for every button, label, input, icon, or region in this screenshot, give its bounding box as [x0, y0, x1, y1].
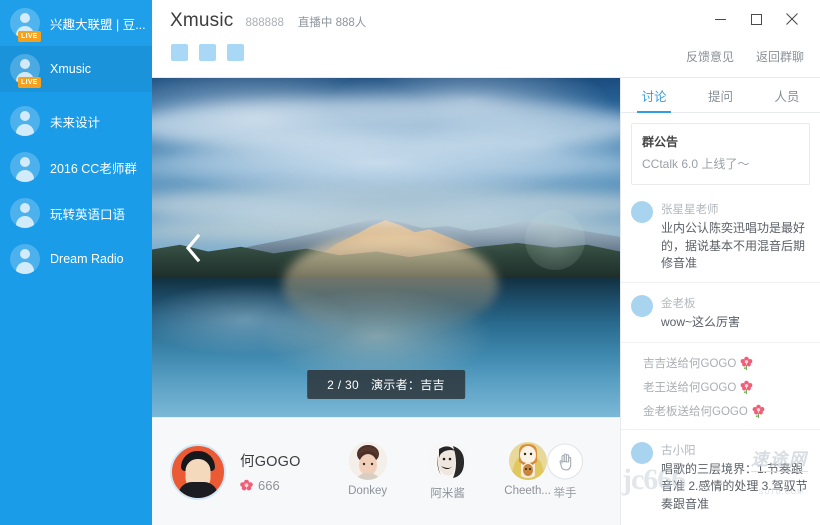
window-controls	[702, 6, 810, 32]
avatar-icon	[10, 152, 40, 182]
message-text: 唱歌的三层境界：1.节奏跟音准 2.感情的处理 3.驾驭节奏跟音准	[661, 461, 808, 511]
member-avatar	[428, 442, 467, 480]
announcement-body: CCtalk 6.0 上线了～	[642, 157, 750, 171]
live-badge: LIVE	[18, 31, 41, 42]
sidebar-item-label: Dream Radio	[50, 252, 124, 266]
titlebar-links: 反馈意见 返回群聊	[686, 48, 804, 65]
host-avatar[interactable]	[170, 443, 226, 500]
sidebar-item-label: 兴趣大联盟 | 豆...	[50, 17, 146, 32]
titlebar-toolbar	[171, 44, 244, 61]
stage-column: 2 / 30 演示者：吉吉 何GOGO 666 Donkey 阿米酱 Cheet…	[152, 78, 620, 525]
flower-icon	[740, 380, 753, 394]
tool-icon-2[interactable]	[199, 44, 216, 61]
live-badge: LIVE	[18, 77, 41, 88]
member-name: Donkey	[348, 485, 388, 497]
page-title: Xmusic	[170, 10, 234, 31]
message-avatar[interactable]	[631, 201, 653, 224]
message-body: 古小阳 唱歌的三层境界：1.节奏跟音准 2.感情的处理 3.驾驭节奏跟音准	[661, 442, 810, 513]
minimize-button[interactable]	[702, 6, 738, 32]
host-name: 何GOGO	[240, 454, 301, 470]
sidebar-item-label: Xmusic	[50, 62, 91, 76]
sidebar-item-label: 未来设计	[50, 115, 101, 130]
titlebar: Xmusic 888888 直播中 888人 反馈意见 返回群聊	[152, 0, 820, 78]
main-region: Xmusic 888888 直播中 888人 反馈意见 返回群聊 2 / 30 …	[152, 0, 820, 525]
member-list: Donkey 阿米酱 Cheeth...	[339, 442, 557, 501]
chat-message: 张星星老师 业内公认陈奕迅唱功是最好的，据说基本不用混音后期修音准	[621, 185, 820, 282]
sidebar-item-5[interactable]: Dream Radio	[0, 236, 152, 282]
message-avatar[interactable]	[631, 441, 653, 464]
sidebar-item-2[interactable]: 未来设计	[0, 98, 152, 144]
member-avatar	[348, 442, 387, 480]
message-avatar[interactable]	[631, 295, 653, 318]
sidebar-item-1[interactable]: LIVE Xmusic	[0, 46, 152, 92]
message-text: wow~这么厉害	[661, 315, 741, 330]
gift-list: 吉吉送给何GOGO 老王送给何GOGO 金老板送给何GOGO	[621, 341, 820, 429]
message-username: 古小阳	[661, 444, 696, 457]
gift-item: 老王送给何GOGO	[631, 375, 810, 399]
live-status: 直播中 888人	[297, 17, 367, 29]
member-name: 阿米酱	[430, 488, 465, 500]
slide-presenter: 演示者：吉吉	[371, 378, 445, 392]
maximize-button[interactable]	[738, 6, 774, 32]
avatar-icon	[10, 244, 40, 274]
avatar-icon	[10, 198, 40, 228]
tab-questions[interactable]: 提问	[687, 78, 753, 112]
prev-slide-button[interactable]	[180, 228, 206, 268]
sidebar-item-3[interactable]: 2016 CC老师群	[0, 144, 152, 190]
sidebar-item-0[interactable]: LIVE 兴趣大联盟 | 豆...	[0, 0, 152, 46]
host-block: 何GOGO 666	[170, 443, 301, 500]
flower-icon	[752, 404, 765, 418]
room-id: 888888	[245, 17, 284, 29]
content-row: 2 / 30 演示者：吉吉 何GOGO 666 Donkey 阿米酱 Cheet…	[152, 78, 820, 525]
gift-item: 金老板送给何GOGO	[631, 399, 810, 423]
sidebar-item-4[interactable]: 玩转英语口语	[0, 190, 152, 236]
flower-icon	[740, 356, 753, 370]
gift-item: 吉吉送给何GOGO	[631, 351, 810, 375]
message-body: 张星星老师 业内公认陈奕迅唱功是最好的，据说基本不用混音后期修音准	[661, 201, 810, 272]
back-to-group-link[interactable]: 返回群聊	[756, 48, 804, 65]
raise-hand-label: 举手	[553, 487, 577, 499]
slide-indicator: 2 / 30 演示者：吉吉	[307, 370, 465, 399]
hand-icon	[547, 443, 583, 479]
sidebar: LIVE 兴趣大联盟 | 豆... LIVE Xmusic 未来设计 2016 …	[0, 0, 152, 525]
chevron-left-icon	[185, 233, 201, 262]
group-announcement[interactable]: 群公告 CCtalk 6.0 上线了～	[631, 123, 810, 186]
announcement-title: 群公告	[642, 135, 679, 149]
host-gift-number: 666	[258, 478, 280, 493]
tool-icon-1[interactable]	[171, 44, 188, 61]
host-gift-count: 666	[240, 478, 301, 493]
gift-text: 老王送给何GOGO	[643, 381, 737, 394]
slide-image	[152, 78, 620, 417]
message-text: 业内公认陈奕迅唱功是最好的，据说基本不用混音后期修音准	[661, 221, 806, 270]
tab-discussion[interactable]: 讨论	[621, 78, 687, 113]
message-body: 金老板 wow~这么厉害	[661, 295, 810, 331]
room-heading: Xmusic 888888 直播中 888人	[170, 10, 366, 32]
chat-scroll-area[interactable]: 群公告 CCtalk 6.0 上线了～ 张星星老师 业内公认陈奕迅唱功是最好的，…	[621, 113, 820, 525]
chat-message: 金老板 wow~这么厉害	[621, 282, 820, 341]
close-button[interactable]	[774, 6, 810, 32]
member-item[interactable]: 阿米酱	[419, 442, 477, 501]
member-item[interactable]: Donkey	[339, 442, 397, 501]
chat-message: 古小阳 唱歌的三层境界：1.节奏跟音准 2.感情的处理 3.驾驭节奏跟音准	[621, 428, 820, 523]
feedback-link[interactable]: 反馈意见	[686, 48, 734, 65]
sidebar-item-label: 玩转英语口语	[50, 207, 126, 222]
chat-tabs: 讨论 提问 人员	[621, 78, 820, 113]
presenter-bar: 何GOGO 666 Donkey 阿米酱 Cheeth... 举手	[152, 417, 620, 525]
chat-panel: 讨论 提问 人员 群公告 CCtalk 6.0 上线了～ 张星星老师 业内公认陈…	[620, 78, 820, 525]
tab-people[interactable]: 人员	[754, 78, 820, 112]
raise-hand-button[interactable]: 举手	[534, 443, 596, 500]
avatar-icon	[10, 106, 40, 136]
message-username: 金老板	[661, 298, 696, 311]
gift-text: 吉吉送给何GOGO	[643, 357, 737, 370]
message-username: 张星星老师	[661, 204, 719, 217]
host-info: 何GOGO 666	[240, 450, 301, 493]
tool-icon-3[interactable]	[227, 44, 244, 61]
sidebar-item-label: 2016 CC老师群	[50, 161, 137, 176]
cctalk-live-window: LIVE 兴趣大联盟 | 豆... LIVE Xmusic 未来设计 2016 …	[0, 0, 820, 525]
slide-stage[interactable]: 2 / 30 演示者：吉吉	[152, 78, 620, 417]
slide-page-number: 2 / 30	[327, 378, 360, 392]
flower-icon	[240, 479, 253, 493]
gift-text: 金老板送给何GOGO	[643, 405, 748, 418]
